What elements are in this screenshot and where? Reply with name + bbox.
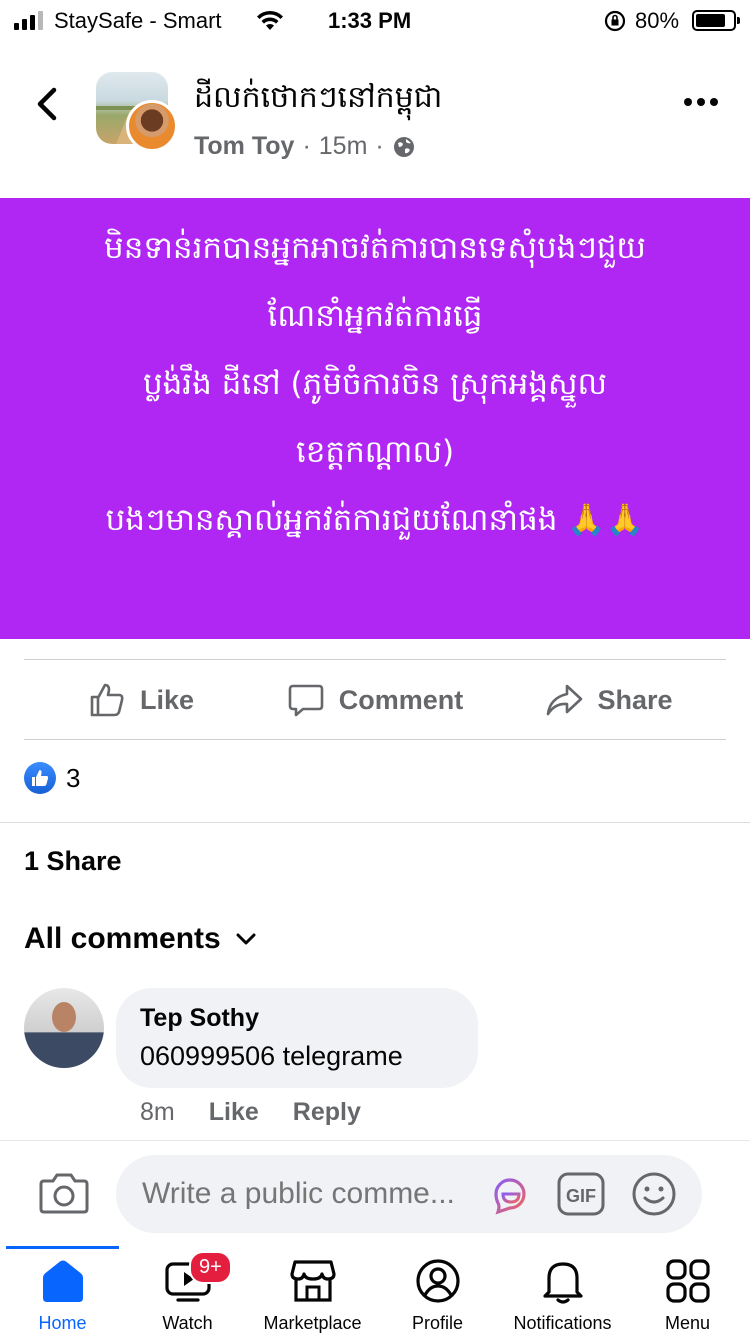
globe-icon — [393, 136, 414, 157]
post-meta: Tom Toy · 15m · — [194, 132, 416, 161]
author-name[interactable]: Tom Toy — [194, 132, 294, 161]
marketplace-icon — [289, 1260, 336, 1302]
tab-notifications[interactable]: Notifications — [500, 1246, 625, 1334]
meta-separator: · — [302, 132, 311, 160]
commenter-avatar[interactable] — [24, 988, 104, 1068]
post-header: ដីលក់ថោកៗនៅកម្ពុជា Tom Toy · 15m · — [0, 60, 750, 180]
tab-watch[interactable]: 9+ Watch — [125, 1246, 250, 1334]
author-avatar[interactable] — [126, 100, 178, 152]
post-line: ប្លង់រឹង ដីនៅ (ភូមិចំការចិន ស្រុកអង្គស្ន… — [142, 366, 608, 402]
tab-menu-label: Menu — [664, 1313, 711, 1333]
avatar-sticker-icon — [494, 1178, 526, 1215]
clock: 1:33 PM — [328, 8, 412, 33]
share-label: Share — [597, 684, 673, 715]
more-options-button[interactable] — [684, 98, 718, 106]
comment-bubble[interactable]: Tep Sothy 060999506 telegrame — [116, 988, 478, 1088]
tab-home-label: Home — [38, 1313, 87, 1333]
status-bar: StaySafe - Smart 1:33 PM 80% — [0, 0, 750, 40]
comments-filter[interactable]: All comments — [24, 922, 257, 956]
reaction-count: 3 — [66, 762, 81, 793]
comment-meta: 8m Like Reply — [140, 1098, 361, 1127]
orientation-lock-icon — [603, 9, 627, 39]
chevron-down-icon — [236, 933, 256, 945]
post-line: បងៗមានស្គាល់អ្នកវត់ការជួយណែនាំផង 🙏🙏 — [105, 502, 645, 538]
menu-grid-icon — [665, 1259, 710, 1303]
post-line: មិនទាន់រកបានអ្នកអាចវត់ការបានទេសុំបងៗជួយ — [104, 230, 646, 266]
comment-time: 8m — [140, 1098, 175, 1126]
post-time[interactable]: 15m — [319, 132, 368, 161]
carrier-name: StaySafe - Smart — [54, 8, 222, 33]
like-button[interactable]: Like — [24, 660, 258, 740]
camera-icon — [39, 1173, 89, 1214]
emoji-button[interactable] — [630, 1170, 678, 1223]
meta-separator: · — [375, 132, 384, 160]
share-button[interactable]: Share — [492, 660, 726, 740]
tab-marketplace-label: Marketplace — [263, 1313, 362, 1333]
comment-button[interactable]: Comment — [258, 660, 492, 740]
tab-watch-label: Watch — [162, 1313, 213, 1333]
back-button[interactable] — [30, 82, 66, 126]
comment-reply-link[interactable]: Reply — [293, 1098, 361, 1127]
chevron-left-icon — [37, 87, 57, 121]
gif-icon: GIF — [557, 1172, 605, 1216]
comments-filter-label: All comments — [24, 922, 221, 955]
post-text: មិនទាន់រកបានអ្នកអាចវត់ការបានទេសុំបងៗជួយ … — [0, 198, 750, 639]
comment-text: 060999506 telegrame — [140, 1041, 403, 1071]
bell-icon — [542, 1262, 583, 1304]
like-label: Like — [139, 684, 195, 715]
battery-icon — [692, 10, 740, 31]
tab-notifications-label: Notifications — [513, 1313, 612, 1333]
avatar-sticker-button[interactable] — [486, 1170, 534, 1223]
home-icon — [42, 1260, 83, 1302]
profile-icon — [415, 1259, 460, 1303]
commenter-name[interactable]: Tep Sothy — [140, 1004, 454, 1033]
battery-percent: 80% — [635, 8, 680, 33]
post-line: ខេត្តកណ្ដាល) — [295, 434, 455, 470]
divider — [0, 822, 750, 823]
post-line: ណែនាំអ្នកវត់ការធ្វើ — [267, 298, 483, 334]
comment-icon — [288, 684, 324, 717]
tab-profile-label: Profile — [411, 1313, 464, 1333]
comment-like-link[interactable]: Like — [209, 1098, 259, 1127]
wifi-icon — [254, 8, 286, 38]
tab-marketplace[interactable]: Marketplace — [250, 1246, 375, 1334]
bottom-tab-bar: Home 9+ Watch Marketplace Profile Notifi… — [0, 1246, 750, 1334]
svg-text:GIF: GIF — [566, 1186, 596, 1206]
comment-composer: GIF — [0, 1140, 750, 1246]
cellular-signal-icon — [14, 10, 43, 30]
thumbs-up-icon — [90, 683, 124, 717]
comment-input[interactable] — [116, 1155, 702, 1233]
reaction-summary[interactable]: 3 — [24, 762, 80, 794]
divider — [24, 739, 726, 740]
group-name[interactable]: ដីលក់ថោកៗនៅកម្ពុជា — [194, 78, 442, 122]
post-actions: Like Comment Share — [24, 660, 726, 740]
tab-menu[interactable]: Menu — [625, 1246, 750, 1334]
like-reaction-icon — [24, 762, 56, 794]
camera-button[interactable] — [38, 1171, 90, 1220]
share-icon — [547, 684, 583, 716]
gif-button[interactable]: GIF — [556, 1170, 606, 1223]
tab-home[interactable]: Home — [0, 1246, 125, 1334]
watch-badge: 9+ — [189, 1251, 232, 1284]
tab-profile[interactable]: Profile — [375, 1246, 500, 1334]
comment-label: Comment — [338, 684, 464, 715]
emoji-icon — [632, 1172, 676, 1216]
share-count[interactable]: 1 Share — [24, 846, 122, 877]
